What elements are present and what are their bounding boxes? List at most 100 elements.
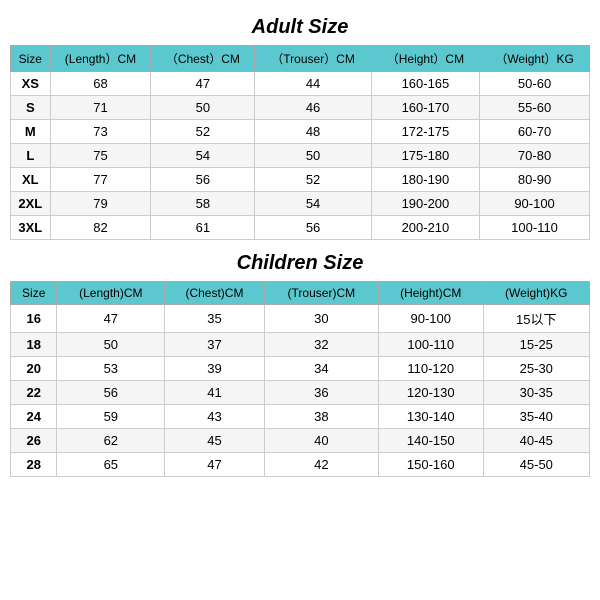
table-cell: 175-180 [371,144,479,168]
table-cell: 36 [264,381,378,405]
table-cell: 30 [264,305,378,333]
table-cell: 54 [151,144,255,168]
adult-thead: Size(Length）CM（Chest）CM（Trouser）CM（Heigh… [11,46,590,72]
table-cell: 44 [255,72,371,96]
table-cell: 52 [255,168,371,192]
table-cell: 52 [151,120,255,144]
table-cell: 53 [57,357,165,381]
table-cell: 41 [165,381,265,405]
table-cell: 20 [11,357,57,381]
table-cell: 16 [11,305,57,333]
table-cell: 58 [151,192,255,216]
children-header-row: Size(Length)CM(Chest)CM(Trouser)CM(Heigh… [11,282,590,305]
table-row: L755450175-18070-80 [11,144,590,168]
table-cell: 18 [11,333,57,357]
table-cell: 3XL [11,216,51,240]
table-row: XL775652180-19080-90 [11,168,590,192]
table-cell: 39 [165,357,265,381]
table-cell: 54 [255,192,371,216]
table-cell: 50 [57,333,165,357]
adult-header-cell: (Length）CM [50,46,151,72]
table-cell: 45 [165,429,265,453]
adult-header-cell: （Height）CM [371,46,479,72]
table-row: 3XL826156200-210100-110 [11,216,590,240]
table-row: 20533934110-12025-30 [11,357,590,381]
adult-header-cell: （Chest）CM [151,46,255,72]
children-thead: Size(Length)CM(Chest)CM(Trouser)CM(Heigh… [11,282,590,305]
table-cell: 35-40 [483,405,589,429]
table-cell: 42 [264,453,378,477]
table-cell: 65 [57,453,165,477]
adult-header-cell: （Weight）KG [480,46,590,72]
children-tbody: 1647353090-10015以下18503732100-11015-2520… [11,305,590,477]
adult-header-cell: Size [11,46,51,72]
table-cell: M [11,120,51,144]
table-cell: 61 [151,216,255,240]
table-cell: 73 [50,120,151,144]
table-row: 1647353090-10015以下 [11,305,590,333]
table-row: 26624540140-15040-45 [11,429,590,453]
adult-tbody: XS684744160-16550-60S715046160-17055-60M… [11,72,590,240]
table-cell: 48 [255,120,371,144]
table-cell: 28 [11,453,57,477]
table-cell: 190-200 [371,192,479,216]
table-cell: 26 [11,429,57,453]
table-cell: 160-170 [371,96,479,120]
table-row: XS684744160-16550-60 [11,72,590,96]
table-cell: 172-175 [371,120,479,144]
table-cell: 2XL [11,192,51,216]
table-cell: 47 [151,72,255,96]
table-cell: 120-130 [378,381,483,405]
adult-header-cell: （Trouser）CM [255,46,371,72]
table-cell: 15-25 [483,333,589,357]
table-cell: 55-60 [480,96,590,120]
children-title: Children Size [10,246,590,281]
table-cell: 56 [57,381,165,405]
table-cell: 40 [264,429,378,453]
children-header-cell: Size [11,282,57,305]
table-cell: 56 [255,216,371,240]
table-row: 28654742150-16045-50 [11,453,590,477]
table-cell: XS [11,72,51,96]
adult-header-row: Size(Length）CM（Chest）CM（Trouser）CM（Heigh… [11,46,590,72]
table-cell: 47 [57,305,165,333]
table-cell: S [11,96,51,120]
children-section: Children Size Size(Length)CM(Chest)CM(Tr… [10,246,590,477]
table-row: 2XL795854190-20090-100 [11,192,590,216]
children-header-cell: (Length)CM [57,282,165,305]
table-cell: 56 [151,168,255,192]
table-cell: 38 [264,405,378,429]
table-cell: 75 [50,144,151,168]
table-cell: 90-100 [480,192,590,216]
table-row: 18503732100-11015-25 [11,333,590,357]
table-cell: 79 [50,192,151,216]
table-cell: 25-30 [483,357,589,381]
table-cell: 59 [57,405,165,429]
table-cell: 71 [50,96,151,120]
table-cell: 60-70 [480,120,590,144]
table-row: 24594338130-14035-40 [11,405,590,429]
table-cell: 22 [11,381,57,405]
adult-section: Adult Size Size(Length）CM（Chest）CM（Trous… [10,10,590,240]
table-cell: 45-50 [483,453,589,477]
table-cell: 34 [264,357,378,381]
table-cell: 80-90 [480,168,590,192]
table-cell: 77 [50,168,151,192]
table-cell: 90-100 [378,305,483,333]
table-cell: 130-140 [378,405,483,429]
page-container: Adult Size Size(Length）CM（Chest）CM（Trous… [10,10,590,483]
table-cell: 100-110 [378,333,483,357]
table-cell: XL [11,168,51,192]
table-row: S715046160-17055-60 [11,96,590,120]
table-cell: 62 [57,429,165,453]
table-cell: 70-80 [480,144,590,168]
children-header-cell: (Weight)KG [483,282,589,305]
table-row: 22564136120-13030-35 [11,381,590,405]
table-cell: 68 [50,72,151,96]
table-cell: 200-210 [371,216,479,240]
table-cell: 50 [255,144,371,168]
table-cell: 50 [151,96,255,120]
table-cell: 32 [264,333,378,357]
table-cell: 140-150 [378,429,483,453]
table-row: M735248172-17560-70 [11,120,590,144]
